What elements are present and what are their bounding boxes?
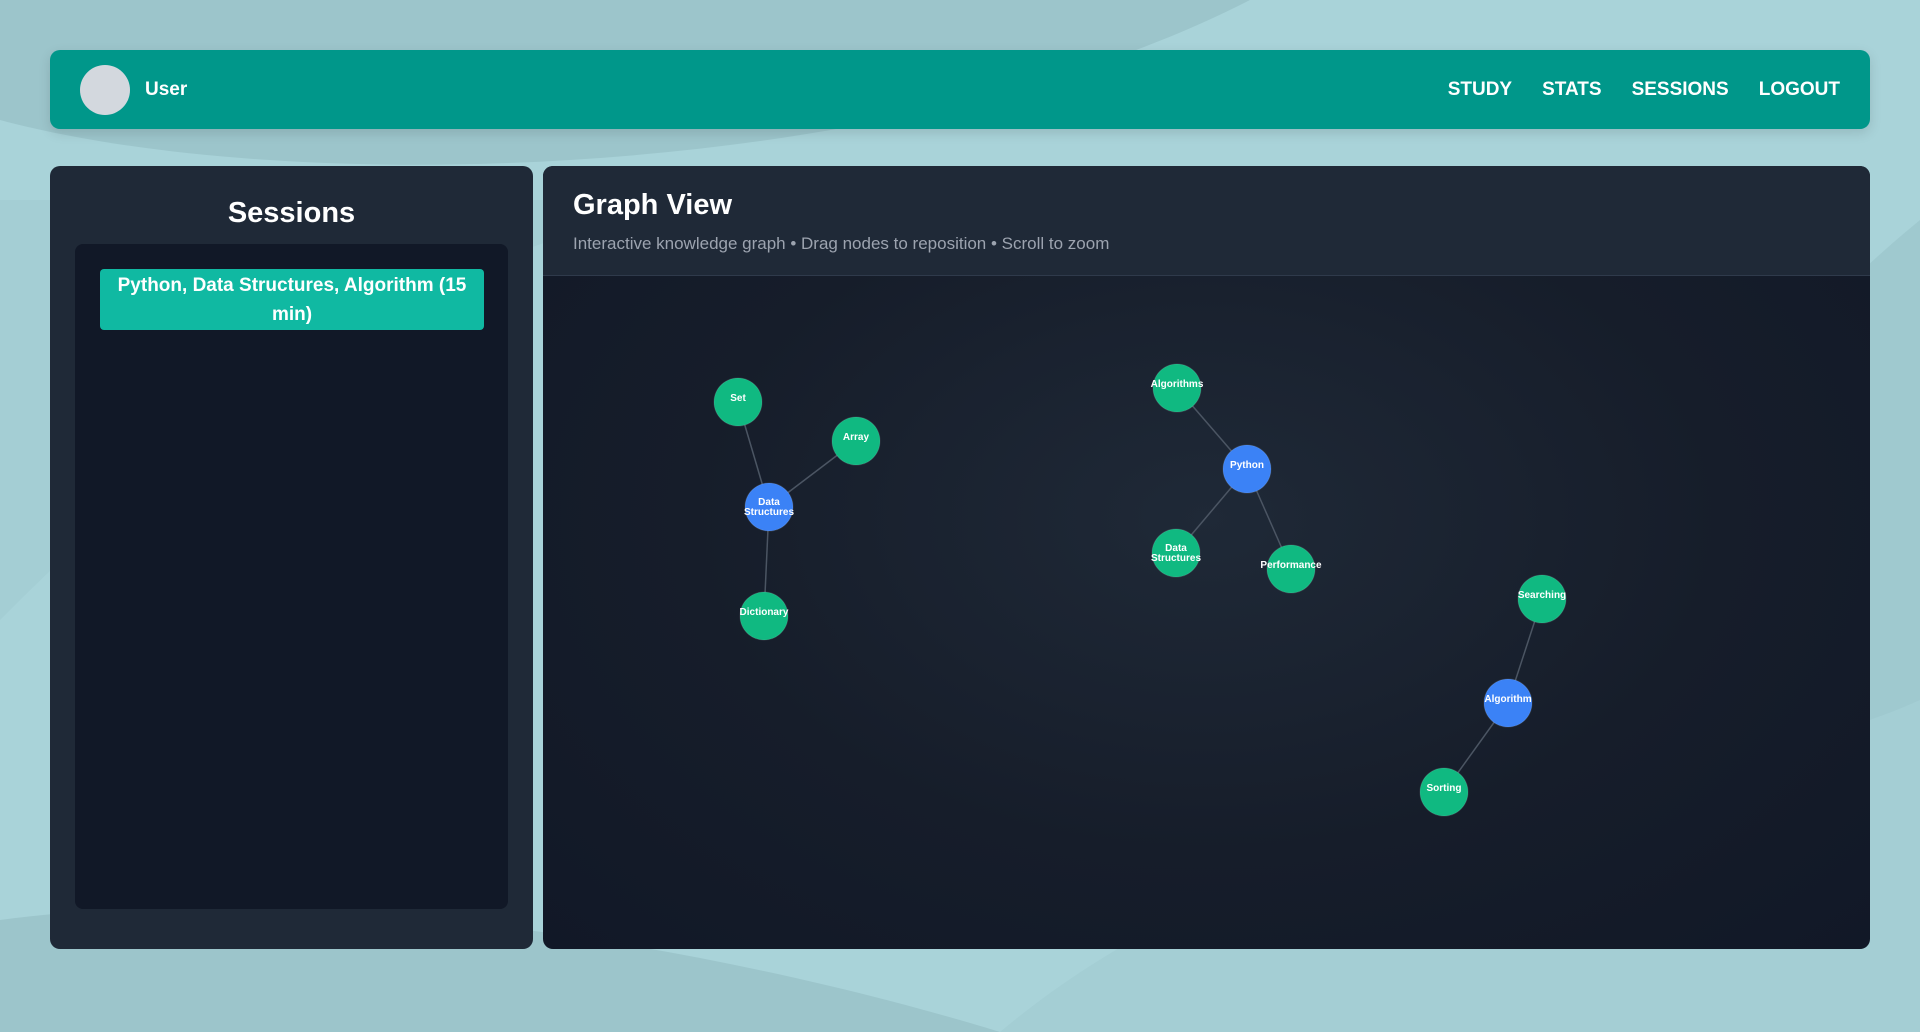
graph-node-set[interactable]: Set: [713, 377, 763, 427]
sessions-list[interactable]: Python, Data Structures, Algorithm (15 m…: [75, 244, 508, 909]
graph-node-searching[interactable]: Searching: [1517, 574, 1567, 624]
knowledge-graph-canvas[interactable]: Data Structures Set Array Dictionary Python Al…: [543, 166, 1870, 949]
graph-node-array[interactable]: Array: [831, 416, 881, 466]
graph-panel: Data Structures Set Array Dictionary Python Al…: [543, 166, 1870, 949]
graph-node-label: Sorting: [1427, 783, 1462, 794]
session-item[interactable]: Python, Data Structures, Algorithm (15 m…: [100, 269, 484, 330]
graph-node-label: Performance: [1260, 560, 1322, 571]
graph-title: Graph View: [573, 189, 733, 221]
sessions-title: Sessions: [227, 197, 356, 229]
graph-node-python[interactable]: Python: [1222, 444, 1272, 494]
graph-node-label: Python: [1230, 460, 1264, 471]
graph-node-ds-leaf[interactable]: Data Structures: [1151, 528, 1201, 578]
graph-node-ds-hub[interactable]: Data Structures: [744, 482, 794, 532]
graph-node-dictionary[interactable]: Dictionary: [739, 591, 789, 641]
graph-node-sorting[interactable]: Sorting: [1419, 767, 1469, 817]
username-label: User: [145, 78, 188, 100]
graph-node-label: Searching: [1518, 590, 1566, 601]
graph-node-performance[interactable]: Performance: [1260, 544, 1322, 594]
nav-sessions-link[interactable]: SESSIONS: [1632, 79, 1729, 101]
nav-logout-link[interactable]: LOGOUT: [1759, 79, 1840, 101]
nav-study-link[interactable]: STUDY: [1448, 79, 1512, 101]
top-navbar: User STUDY STATS SESSIONS LOGOUT: [50, 50, 1870, 129]
graph-subtitle: Interactive knowledge graph • Drag nodes…: [573, 234, 1110, 253]
avatar[interactable]: [80, 64, 130, 115]
graph-node-label: Algorithms: [1151, 379, 1204, 390]
graph-node-label: Array: [843, 432, 870, 443]
graph-node-label: Algorithm: [1484, 694, 1531, 705]
graph-node-algorithm[interactable]: Algorithm: [1483, 678, 1533, 728]
graph-node-label: Dictionary: [740, 607, 789, 618]
graph-header: Graph View Interactive knowledge graph •…: [543, 166, 1870, 276]
graph-node-algorithms[interactable]: Algorithms: [1151, 363, 1204, 413]
nav-links: STUDY STATS SESSIONS LOGOUT: [1448, 79, 1840, 101]
nav-stats-link[interactable]: STATS: [1542, 79, 1601, 101]
graph-node-label: Set: [730, 393, 746, 404]
sessions-panel: Sessions Python, Data Structures, Algori…: [50, 166, 533, 949]
